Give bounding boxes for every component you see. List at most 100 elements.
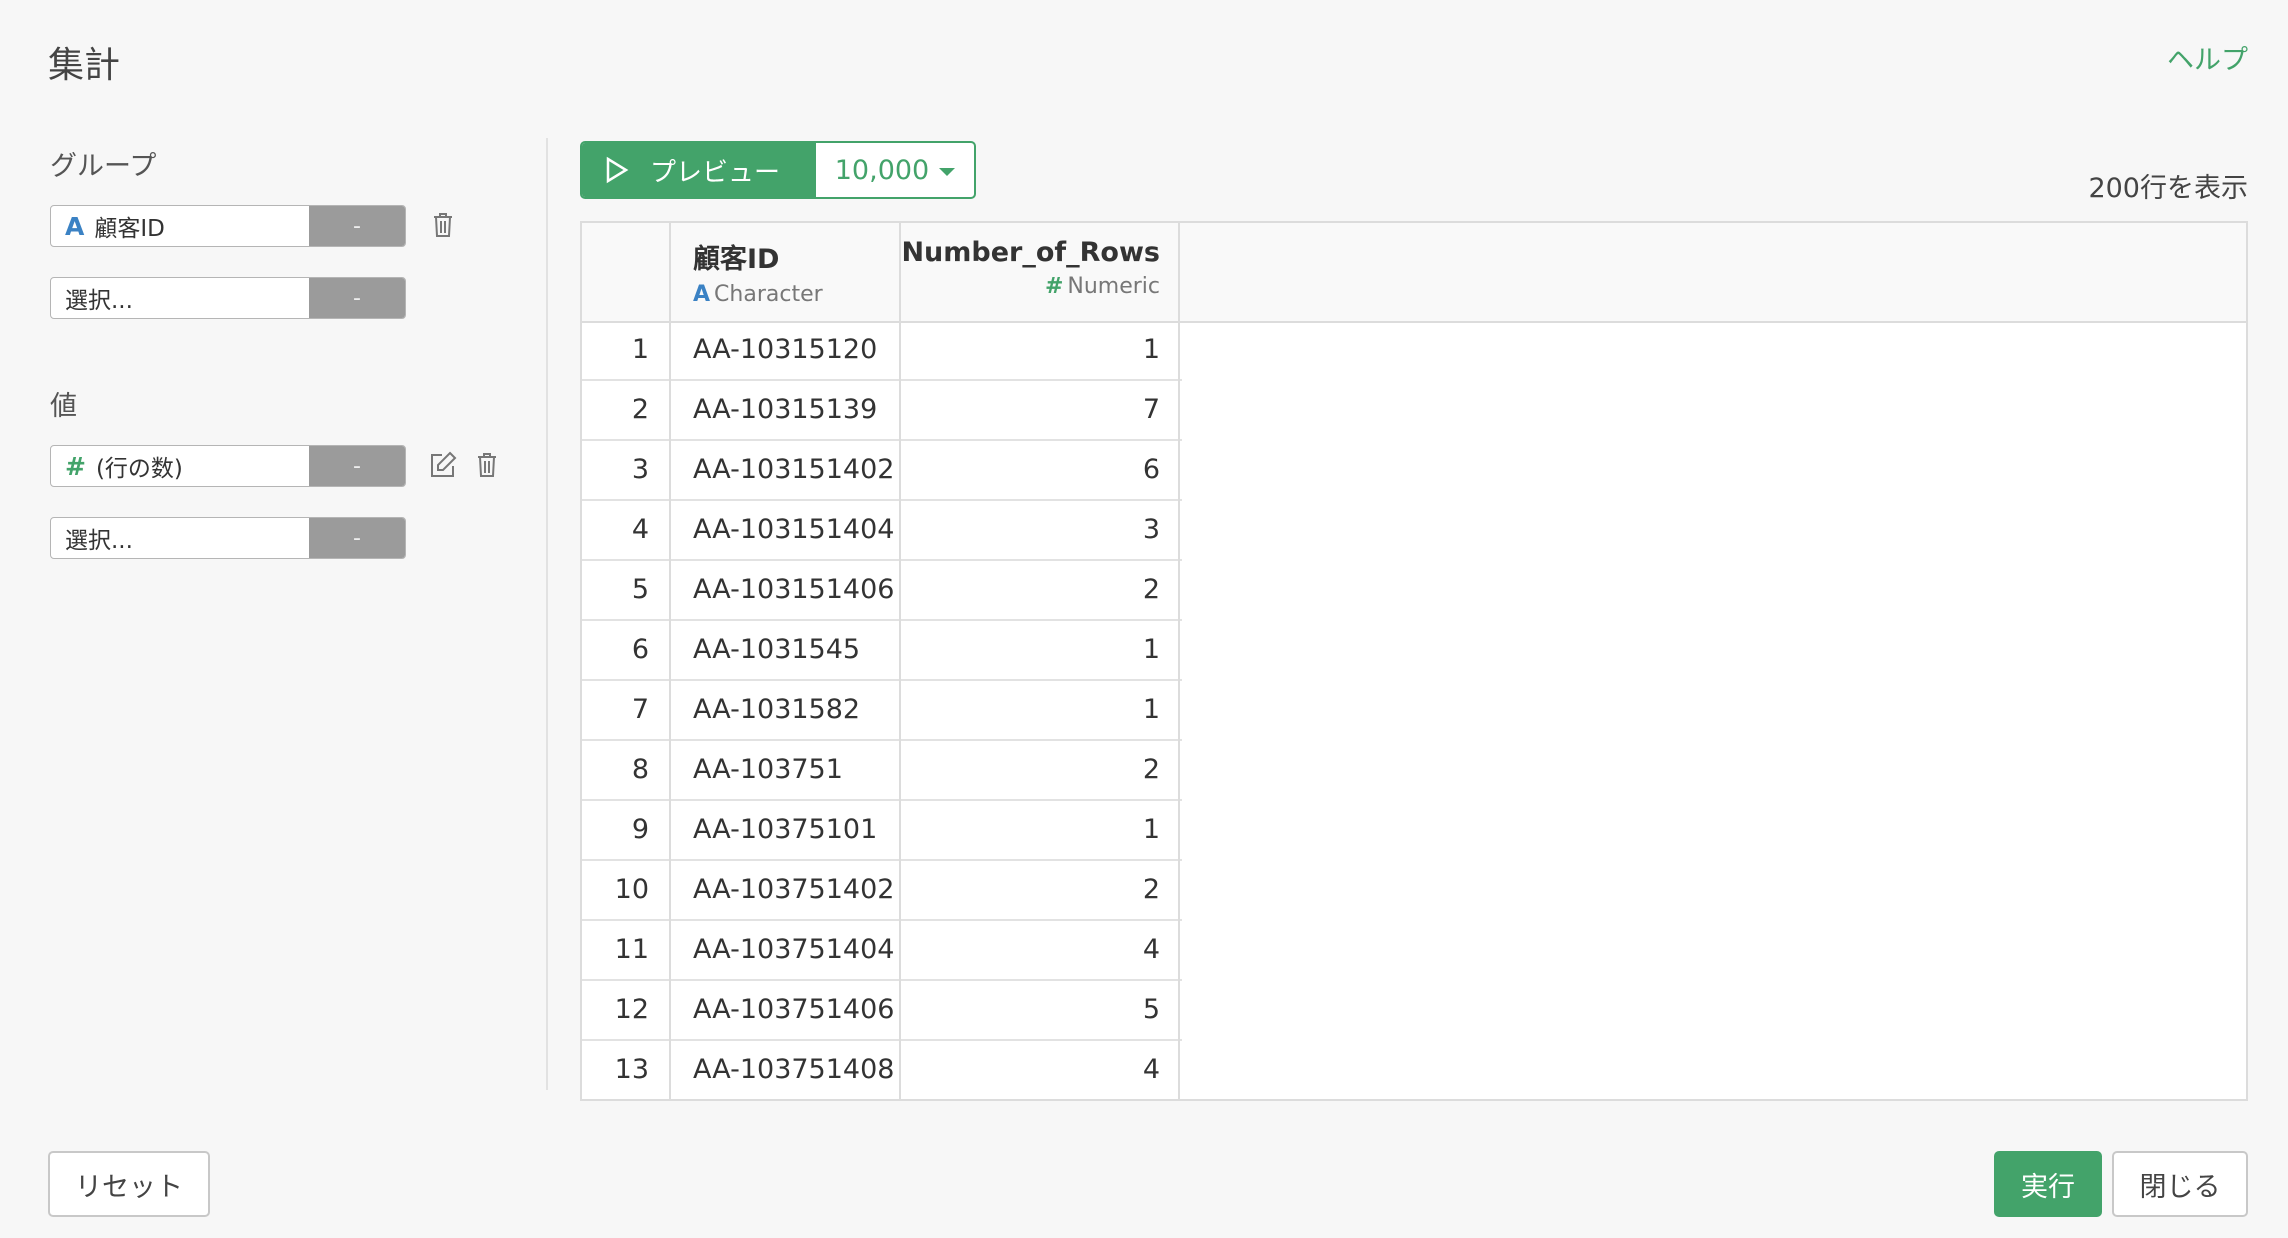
row-count-cell: 5 — [1142, 994, 1160, 1025]
preview-button[interactable]: プレビュー — [582, 143, 816, 197]
preview-table: 顧客ID A Character Number_of_Rows # Numeric … — [580, 221, 2248, 1101]
column-type: Numeric — [1067, 274, 1160, 299]
row-index-cell: 2 — [631, 394, 649, 425]
column-type: Character — [714, 282, 823, 307]
trash-icon — [434, 213, 452, 237]
customer-id-cell: AA-103751406 — [693, 994, 895, 1025]
character-type-icon: A — [693, 282, 711, 307]
row-count-cell: 1 — [1142, 814, 1160, 845]
row-index-cell: 5 — [631, 574, 649, 605]
preview-button-group: プレビュー 10,000 — [580, 141, 976, 199]
preview-label: プレビュー — [650, 157, 781, 188]
panel-divider — [546, 138, 548, 1090]
group-field-select[interactable]: A 顧客ID - — [50, 205, 406, 247]
table-row[interactable]: 11 AA-103751404 4 — [582, 921, 1182, 981]
value-section-label: 値 — [50, 391, 77, 422]
row-index-cell: 6 — [631, 634, 649, 665]
row-count-cell: 4 — [1142, 1054, 1160, 1085]
customer-id-cell: AA-103751404 — [693, 934, 895, 965]
table-row[interactable]: 13 AA-103751408 4 — [582, 1041, 1182, 1099]
caret-down-icon — [939, 168, 956, 176]
value-add-placeholder: 選択... — [65, 528, 133, 554]
table-row[interactable]: 9 AA-10375101 1 — [582, 801, 1182, 861]
table-row[interactable]: 2 AA-10315139 7 — [582, 381, 1182, 441]
page-title: 集計 — [48, 45, 121, 86]
row-index-cell: 4 — [631, 514, 649, 545]
row-count-cell: 7 — [1142, 394, 1160, 425]
row-count-cell: 2 — [1142, 574, 1160, 605]
table-row[interactable]: 6 AA-1031545 1 — [582, 621, 1182, 681]
row-count-cell: 6 — [1142, 454, 1160, 485]
table-row[interactable]: 1 AA-10315120 1 — [582, 321, 1182, 381]
customer-id-cell: AA-103751408 — [693, 1054, 895, 1085]
row-count-cell: 1 — [1142, 334, 1160, 365]
numeric-type-icon: # — [1044, 274, 1064, 299]
row-count-cell: 2 — [1142, 874, 1160, 905]
run-button[interactable]: 実行 — [1994, 1151, 2102, 1217]
group-add-dash-button[interactable]: - — [309, 278, 405, 318]
customer-id-cell: AA-103151402 — [693, 454, 895, 485]
row-limit-value: 10,000 — [834, 154, 930, 186]
table-row[interactable]: 4 AA-103151404 3 — [582, 501, 1182, 561]
row-count-cell: 1 — [1142, 694, 1160, 725]
row-count-cell: 3 — [1142, 514, 1160, 545]
customer-id-cell: AA-103151404 — [693, 514, 895, 545]
character-type-icon: A — [65, 211, 85, 241]
trash-icon — [478, 453, 496, 477]
value-field-value: (行の数) — [95, 456, 183, 482]
table-row[interactable]: 10 AA-103751402 2 — [582, 861, 1182, 921]
customer-id-cell: AA-10315139 — [693, 394, 878, 425]
row-count-cell: 1 — [1142, 634, 1160, 665]
edit-value-field-button[interactable] — [426, 448, 460, 482]
row-index-cell: 7 — [631, 694, 649, 725]
customer-id-cell: AA-103751402 — [693, 874, 895, 905]
edit-icon — [431, 451, 457, 477]
column-header-number-of-rows[interactable]: Number_of_Rows # Numeric — [901, 223, 1180, 321]
row-index-cell: 1 — [631, 334, 649, 365]
group-add-placeholder: 選択... — [65, 288, 133, 314]
close-button[interactable]: 閉じる — [2112, 1151, 2248, 1217]
value-add-select[interactable]: 選択... - — [50, 517, 406, 559]
table-row[interactable]: 5 AA-103151406 2 — [582, 561, 1182, 621]
help-link[interactable]: ヘルプ — [2167, 38, 2248, 77]
value-field-select[interactable]: # (行の数) - — [50, 445, 406, 487]
row-index-cell: 10 — [614, 874, 649, 905]
customer-id-cell: AA-10375101 — [693, 814, 878, 845]
group-section-label: グループ — [50, 151, 157, 182]
header-index-cell — [582, 223, 671, 321]
table-row[interactable]: 8 AA-103751 2 — [582, 741, 1182, 801]
reset-button[interactable]: リセット — [48, 1151, 210, 1217]
value-field-dash-button[interactable]: - — [309, 446, 405, 486]
rows-shown-text: 200行を表示 — [2088, 173, 2248, 204]
row-index-cell: 13 — [614, 1054, 649, 1085]
row-count-cell: 2 — [1142, 754, 1160, 785]
group-field-dash-button[interactable]: - — [309, 206, 405, 246]
delete-value-field-button[interactable] — [470, 448, 504, 482]
customer-id-cell: AA-1031582 — [693, 694, 861, 725]
row-limit-dropdown[interactable]: 10,000 — [816, 143, 974, 197]
row-index-cell: 12 — [614, 994, 649, 1025]
customer-id-cell: AA-1031545 — [693, 634, 861, 665]
customer-id-cell: AA-103151406 — [693, 574, 895, 605]
column-divider — [669, 223, 671, 1099]
group-add-select[interactable]: 選択... - — [50, 277, 406, 319]
group-field-value: 顧客ID — [94, 216, 165, 242]
numeric-type-icon: # — [65, 451, 86, 481]
customer-id-cell: AA-103751 — [693, 754, 843, 785]
customer-id-cell: AA-10315120 — [693, 334, 878, 365]
column-header-customer-id[interactable]: 顧客ID A Character — [671, 223, 901, 321]
value-add-dash-button[interactable]: - — [309, 518, 405, 558]
row-index-cell: 8 — [631, 754, 649, 785]
table-header: 顧客ID A Character Number_of_Rows # Numeric — [582, 223, 2246, 323]
column-name: 顧客ID — [693, 244, 780, 275]
column-name: Number_of_Rows — [901, 237, 1160, 268]
row-count-cell: 4 — [1142, 934, 1160, 965]
row-index-cell: 3 — [631, 454, 649, 485]
row-index-cell: 9 — [631, 814, 649, 845]
table-body: 1 AA-10315120 1 2 AA-10315139 7 3 AA-103151402 6… — [582, 321, 1182, 1099]
table-row[interactable]: 3 AA-103151402 6 — [582, 441, 1182, 501]
delete-group-field-button[interactable] — [426, 208, 460, 242]
table-row[interactable]: 7 AA-1031582 1 — [582, 681, 1182, 741]
play-icon — [606, 156, 629, 184]
table-row[interactable]: 12 AA-103751406 5 — [582, 981, 1182, 1041]
